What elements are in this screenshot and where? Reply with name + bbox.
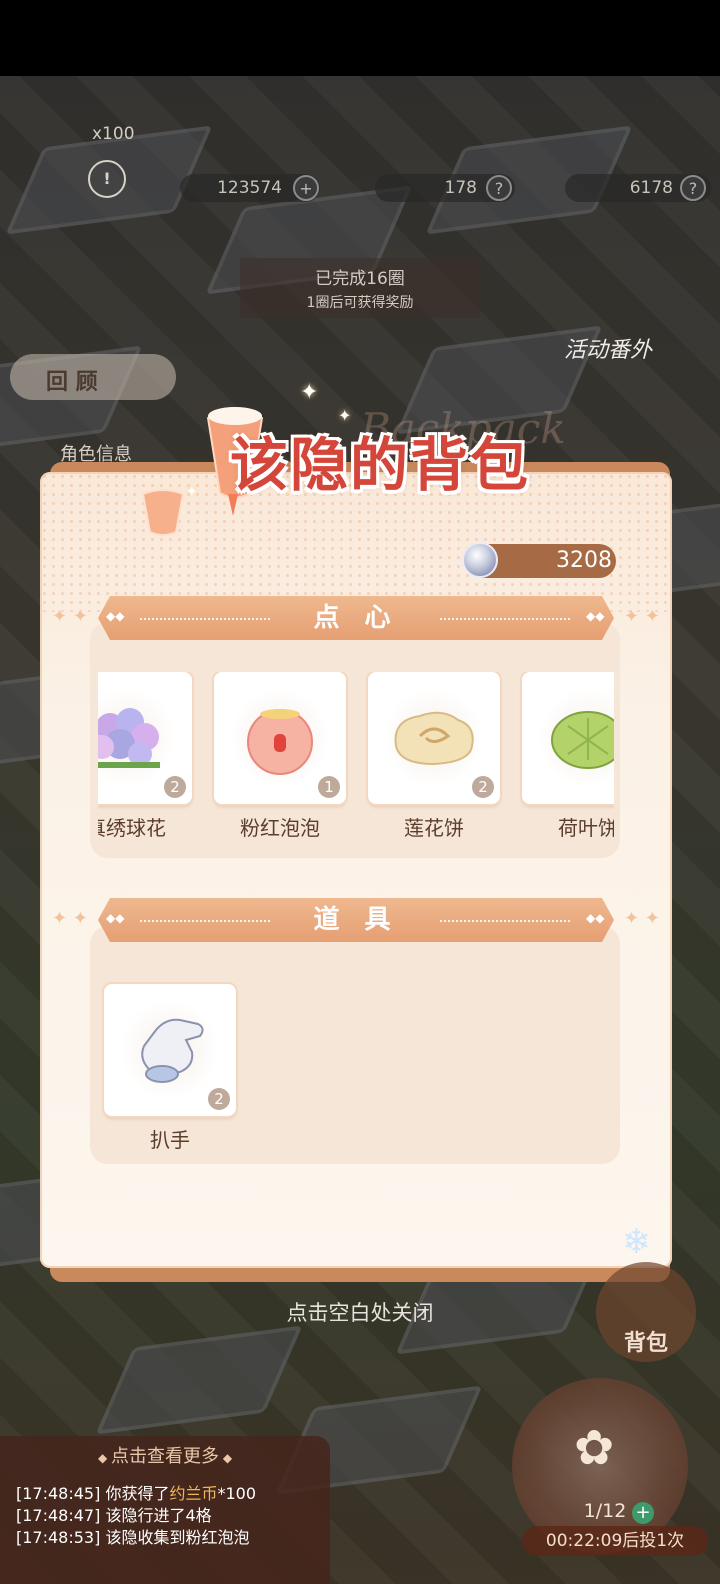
currency-value: 3208 (556, 548, 612, 573)
help-icon[interactable]: ? (486, 175, 512, 201)
log-time: [17:48:45] (16, 1484, 101, 1503)
side-star-icon: ✦ ✦ (52, 606, 88, 627)
hydrangea-icon (98, 708, 160, 768)
side-star-icon-2: ✦ ✦ (624, 606, 660, 627)
help-icon-2[interactable]: ? (680, 175, 706, 201)
coin-reward-label: x100 (92, 124, 135, 144)
item-name: 荷叶饼 (558, 816, 614, 840)
side-star-icon-4: ✦ ✦ (624, 908, 660, 929)
log-header-diamond: ◆ (97, 1451, 111, 1465)
log-time: [17:48:53] (16, 1528, 101, 1547)
lotus-cake-icon (394, 711, 474, 766)
lotus-leaf-cake-icon (551, 711, 614, 769)
timer: 00:22:09后投1次 (522, 1526, 708, 1556)
sparkle-icon: ✦ (300, 380, 319, 405)
item-count: 1 (318, 776, 340, 798)
backpack-label: 背包 (623, 1331, 668, 1356)
coin-icon (462, 542, 498, 578)
log-text: 该隐行进了4格 (105, 1506, 212, 1525)
snacks-title: 点 心 (313, 603, 399, 633)
snacks-scroll-list[interactable]: 2 真绣球花 1 粉红泡泡 2 莲花饼 (98, 672, 614, 842)
item-count: 2 (472, 776, 494, 798)
add-icon[interactable]: + (293, 175, 319, 201)
sparkle-icon-3: ✦ (186, 484, 198, 500)
sparkle-icon-2: ✦ (338, 406, 352, 425)
item-name: 真绣球花 (98, 816, 166, 840)
log-header-diamond-2: ◆ (219, 1451, 233, 1465)
item-hydrangea[interactable]: 2 真绣球花 (98, 672, 192, 841)
log-header-text: 点击查看更多 (111, 1446, 219, 1467)
item-count: 2 (164, 776, 186, 798)
item-name: 粉红泡泡 (240, 816, 320, 840)
log-text: 你获得了 (105, 1484, 170, 1503)
item-name: 扒手 (150, 1128, 190, 1152)
log-highlight: 约兰币 (169, 1484, 218, 1503)
review-label: 回 顾 (46, 370, 98, 395)
log-header[interactable]: ◆ 点击查看更多 ◆ (0, 1442, 330, 1468)
laps-note: 1圈后可获得奖励 (306, 295, 414, 311)
snowflake-icon: ❄ (622, 1222, 651, 1262)
item-lotus-cake[interactable]: 2 莲花饼 (368, 672, 500, 841)
item-name: 莲花饼 (404, 816, 464, 840)
glove-icon (141, 1018, 204, 1083)
alert-icon[interactable]: ! (88, 160, 126, 198)
add-turn-icon[interactable]: + (632, 1502, 654, 1524)
side-star-icon-3: ✦ ✦ (52, 908, 88, 929)
item-pickpocket[interactable]: 2 扒手 (104, 984, 236, 1153)
log-line: [17:48:53] 该隐收集到粉红泡泡 (16, 1524, 249, 1548)
panel-title: 该隐的背包 (230, 431, 531, 499)
small-lantern-icon (141, 489, 185, 536)
pink-bubble-icon (247, 709, 313, 775)
log-time: [17:48:47] (16, 1506, 101, 1525)
event-label[interactable]: 活动番外 (564, 332, 652, 364)
status-bar (0, 0, 720, 76)
log-text-post: *100 (217, 1484, 257, 1503)
laps-done: 已完成16圈 (315, 269, 405, 289)
item-count: 2 (208, 1088, 230, 1110)
item-pink-bubble[interactable]: 1 粉红泡泡 (214, 672, 346, 841)
log-line: [17:48:45] 你获得了约兰币*100 (16, 1480, 256, 1504)
log-line: [17:48:47] 该隐行进了4格 (16, 1502, 212, 1526)
item-lotus-leaf-cake[interactable]: 荷叶饼 (522, 672, 614, 841)
flower-icon: ✿ (574, 1420, 615, 1476)
tools-title: 道 具 (313, 905, 399, 935)
log-text: 该隐收集到粉红泡泡 (105, 1528, 250, 1547)
